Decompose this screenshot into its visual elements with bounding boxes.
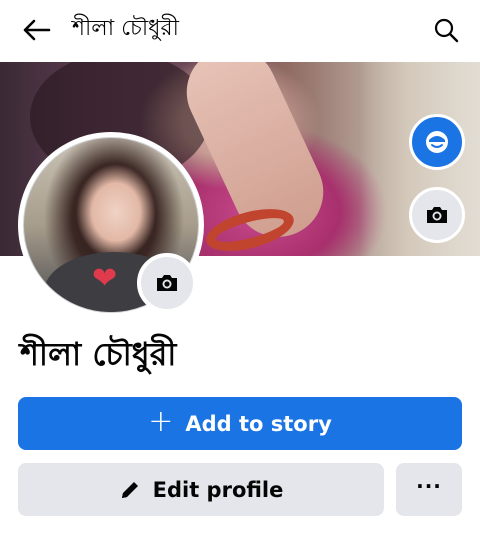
pencil-icon xyxy=(121,481,138,498)
edit-profile-button[interactable]: Edit profile xyxy=(18,463,384,516)
search-icon xyxy=(434,18,459,43)
add-to-story-button[interactable]: + Add to story xyxy=(18,397,462,450)
profile-camera-button[interactable] xyxy=(137,253,197,313)
avatar-icon xyxy=(426,131,448,153)
page-title: শীলা চৌধুরী xyxy=(72,16,179,41)
heart-icon: ❤ xyxy=(92,261,118,296)
search-button[interactable] xyxy=(428,12,464,48)
cover-camera-button[interactable] xyxy=(409,187,465,243)
camera-icon xyxy=(427,207,447,223)
more-horizontal-icon: ··· xyxy=(416,473,442,498)
top-bar: শীলা চৌধুরী xyxy=(0,0,480,62)
back-button[interactable] xyxy=(16,13,56,47)
add-to-story-label: Add to story xyxy=(185,411,332,436)
plus-icon: + xyxy=(148,404,174,439)
camera-icon xyxy=(157,275,177,291)
profile-name: শীলা চৌধুরী xyxy=(20,335,177,373)
edit-profile-label: Edit profile xyxy=(152,477,284,502)
arrow-left-icon xyxy=(23,19,51,41)
avatar-button[interactable] xyxy=(409,114,465,170)
more-options-button[interactable]: ··· xyxy=(396,463,462,516)
